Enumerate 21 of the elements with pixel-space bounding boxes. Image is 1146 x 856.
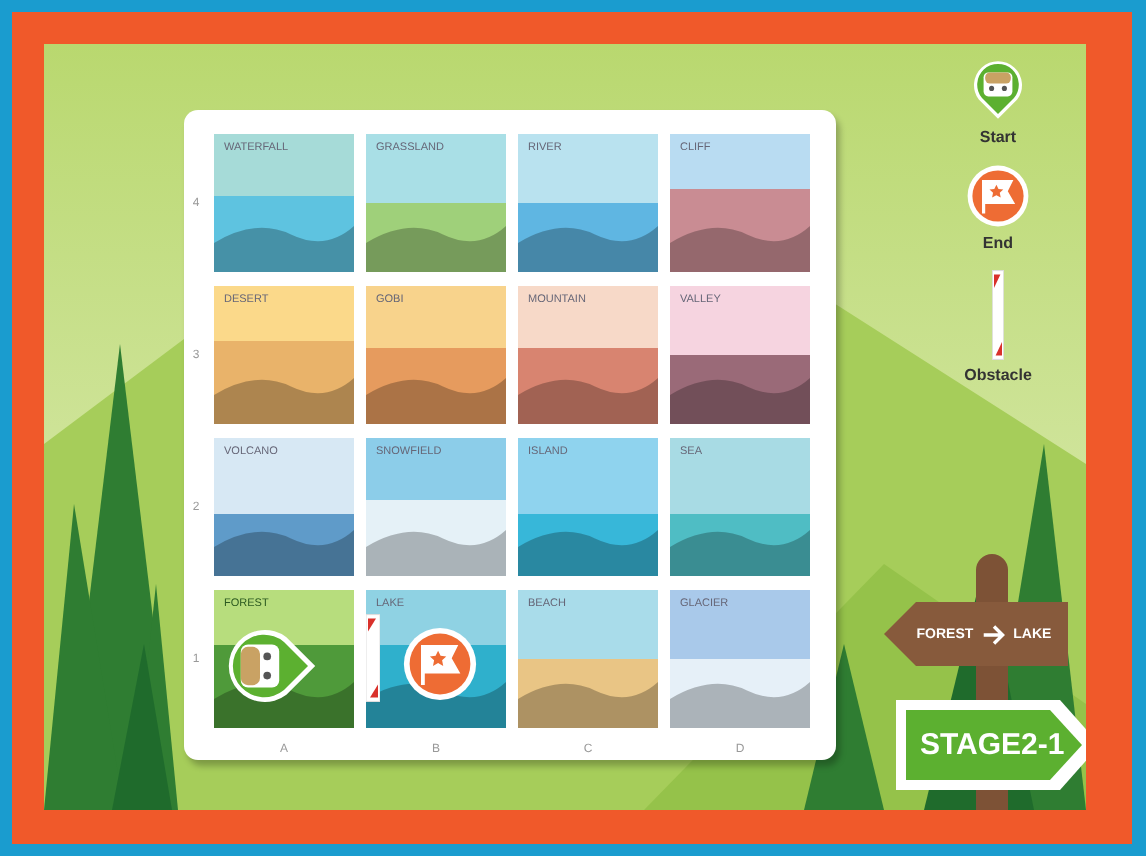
legend-label: Obstacle: [964, 366, 1032, 384]
hill-drawing: [518, 679, 658, 728]
hill-drawing: [670, 223, 810, 272]
hill-drawing: [214, 527, 354, 576]
hill-drawing: [366, 679, 506, 728]
hill-drawing: [366, 223, 506, 272]
hill-drawing: [670, 679, 810, 728]
hill-drawing: [366, 527, 506, 576]
hill-drawing: [670, 375, 810, 424]
legend-label: Start: [979, 128, 1017, 146]
hill-drawing: [670, 527, 810, 576]
hill-drawing: [518, 527, 658, 576]
legend-label: End: [982, 234, 1014, 252]
stage-label: STAGE2-1: [920, 728, 1065, 762]
hill-drawing: [518, 223, 658, 272]
hill-drawing: [214, 223, 354, 272]
arrow-right-icon: [981, 623, 1006, 645]
hill-drawing: [518, 375, 658, 424]
end-flag-icon: [965, 164, 1030, 228]
hill-drawing: [366, 375, 506, 424]
hill-drawing: [214, 375, 354, 424]
